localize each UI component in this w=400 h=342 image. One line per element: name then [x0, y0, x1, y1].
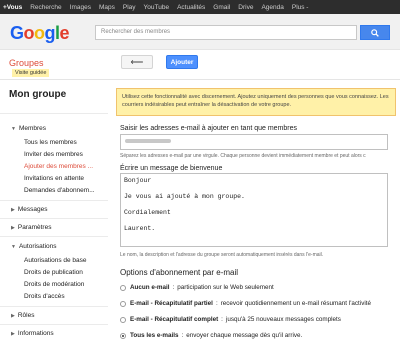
option-all-emails[interactable]: Tous les e-mails: envoyer chaque message …	[130, 332, 302, 339]
search-button[interactable]	[360, 25, 390, 40]
sidebar-item-invitations-en-attente[interactable]: Invitations en attente	[24, 175, 84, 182]
sidebar-item-ajouter-des-membres[interactable]: Ajouter des membres ...	[24, 163, 93, 170]
divider	[0, 306, 108, 307]
divider	[0, 200, 108, 201]
group-title: Mon groupe	[9, 89, 67, 100]
email-label: Saisir les adresses e-mail à ajouter en …	[120, 125, 298, 132]
triangle-down-icon: ▼	[11, 244, 16, 250]
option-partial-digest[interactable]: E-mail - Récapitulatif partiel: recevoir …	[130, 300, 371, 307]
redacted-email	[125, 139, 171, 143]
topbar-link-gmail[interactable]: Gmail	[213, 4, 230, 11]
subscription-options-title: Options d'abonnement par e-mail	[120, 268, 239, 277]
topbar-link-maps[interactable]: Maps	[99, 4, 115, 11]
topbar-link-plus[interactable]: Plus -	[292, 4, 309, 11]
sidebar-item-autorisations[interactable]: ▼ Autorisations	[11, 243, 57, 250]
divider	[0, 113, 108, 114]
topbar-link-actualites[interactable]: Actualités	[177, 4, 205, 11]
option-complete-digest[interactable]: E-mail - Récapitulatif complet: jusqu'à 2…	[130, 316, 341, 323]
google-bar: +Vous Recherche Images Maps Play YouTube…	[0, 0, 400, 14]
welcome-message-field[interactable]: Bonjour Je vous ai ajouté à mon groupe. …	[120, 173, 388, 247]
triangle-right-icon: ▶	[11, 331, 15, 337]
sidebar-item-droits-de-publication[interactable]: Droits de publication	[24, 269, 83, 276]
sidebar-item-demandes-abonnement[interactable]: Demandes d'abonnem...	[24, 187, 95, 194]
warning-notice: Utilisez cette fonctionnalité avec disce…	[116, 88, 396, 116]
sidebar-item-membres[interactable]: ▼ Membres	[11, 125, 46, 132]
triangle-right-icon: ▶	[11, 225, 15, 231]
welcome-label: Écrire un message de bienvenue	[120, 165, 223, 172]
option-no-email-radio[interactable]	[120, 285, 126, 291]
google-logo[interactable]: Google	[10, 24, 70, 42]
divider	[0, 218, 108, 219]
sidebar-item-autorisations-de-base[interactable]: Autorisations de base	[24, 257, 87, 264]
sidebar-item-informations[interactable]: ▶ Informations	[11, 330, 54, 337]
back-button[interactable]: ⟵	[121, 55, 153, 69]
welcome-line: Bonjour	[124, 177, 152, 184]
topbar-link-youtube[interactable]: YouTube	[144, 4, 170, 11]
option-complete-digest-radio[interactable]	[120, 317, 126, 323]
divider	[0, 324, 108, 325]
welcome-help-text: Le nom, la description et l'adresse du g…	[120, 252, 324, 258]
welcome-line: Je vous ai ajouté à mon groupe.	[124, 193, 245, 200]
search-input[interactable]: Rechercher des membres	[95, 25, 357, 40]
sidebar-item-roles[interactable]: ▶ Rôles	[11, 312, 34, 319]
sidebar: Mon groupe ▼ Membres Tous les membres Inv…	[0, 80, 108, 342]
welcome-line: Cordialement	[124, 209, 171, 216]
divider	[0, 236, 108, 237]
option-partial-digest-radio[interactable]	[120, 301, 126, 307]
sidebar-item-tous-les-membres[interactable]: Tous les membres	[24, 139, 77, 146]
sidebar-item-inviter-des-membres[interactable]: Inviter des membres	[24, 151, 83, 158]
guided-tour-badge[interactable]: Visite guidée	[12, 69, 50, 77]
email-help-text: Séparez les adresses e-mail par une virg…	[120, 153, 366, 159]
welcome-line: Laurent.	[124, 225, 156, 232]
topbar-link-drive[interactable]: Drive	[238, 4, 253, 11]
topbar-link-recherche[interactable]: Recherche	[30, 4, 61, 11]
topbar-link-play[interactable]: Play	[123, 4, 136, 11]
triangle-down-icon: ▼	[11, 126, 16, 132]
sidebar-item-droits-de-moderation[interactable]: Droits de modération	[24, 281, 84, 288]
app-name[interactable]: Groupes	[9, 58, 44, 68]
option-all-emails-radio[interactable]	[120, 333, 126, 339]
sidebar-item-parametres[interactable]: ▶ Paramètres	[11, 224, 51, 231]
add-button[interactable]: Ajouter	[166, 55, 198, 69]
topbar-link-agenda[interactable]: Agenda	[261, 4, 283, 11]
triangle-right-icon: ▶	[11, 313, 15, 319]
sidebar-item-droits-acces[interactable]: Droits d'accès	[24, 293, 65, 300]
option-no-email[interactable]: Aucun e-mail: participation sur le Web se…	[130, 284, 274, 291]
triangle-right-icon: ▶	[11, 207, 15, 213]
header: Google Rechercher des membres	[0, 14, 400, 50]
sidebar-item-messages[interactable]: ▶ Messages	[11, 206, 47, 213]
main-content: Utilisez cette fonctionnalité avec disce…	[116, 80, 396, 342]
topbar-link-vous[interactable]: +Vous	[3, 4, 22, 11]
search-icon	[371, 28, 379, 37]
email-addresses-field[interactable]	[120, 134, 388, 150]
topbar-link-images[interactable]: Images	[70, 4, 91, 11]
